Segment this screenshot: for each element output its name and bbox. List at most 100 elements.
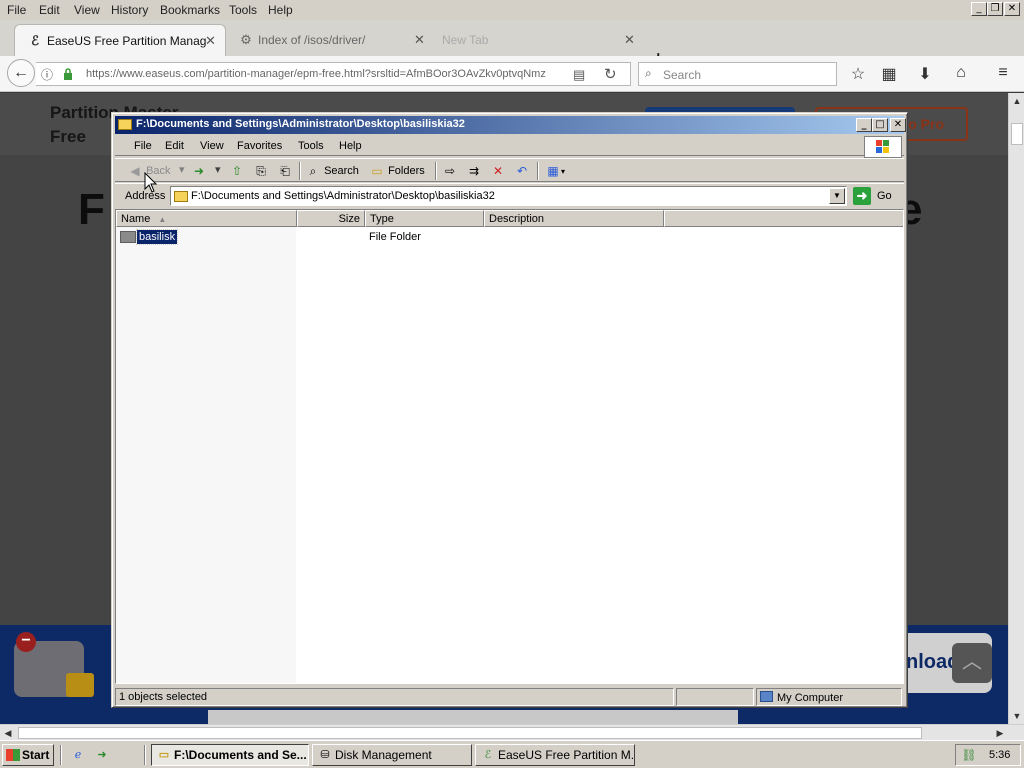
search-bar[interactable]: ⌕ Search bbox=[638, 62, 837, 86]
status-location: My Computer bbox=[756, 688, 902, 706]
window-restore-button[interactable]: ❐ bbox=[987, 2, 1003, 16]
menu-view[interactable]: View bbox=[74, 3, 100, 17]
folders-icon: ▭ bbox=[371, 164, 383, 178]
back-dropdown-icon[interactable]: ▾ bbox=[179, 163, 185, 176]
search-button[interactable]: ⌕ Search bbox=[305, 163, 359, 179]
back-arrow-icon: ◀ bbox=[130, 164, 140, 178]
move-to-button[interactable]: ⎘ bbox=[253, 163, 269, 179]
menu-file[interactable]: File bbox=[7, 3, 26, 17]
copy-to-button[interactable]: ⎗ bbox=[277, 163, 293, 179]
ex-menu-edit[interactable]: Edit bbox=[165, 140, 184, 152]
search-icon: ⌕ bbox=[645, 66, 652, 80]
menu-bookmarks[interactable]: Bookmarks bbox=[160, 3, 220, 17]
folder-icon bbox=[174, 191, 188, 202]
explorer-minimize-button[interactable]: _ bbox=[856, 118, 872, 132]
task-disk-management[interactable]: ⛁ Disk Management bbox=[312, 744, 472, 766]
explorer-titlebar[interactable]: F:\Documents and Settings\Administrator\… bbox=[115, 116, 906, 134]
undo-button[interactable]: ↶ bbox=[514, 163, 530, 179]
go-label: Go bbox=[877, 190, 892, 202]
ex-menu-file[interactable]: File bbox=[134, 140, 152, 152]
copy-to-icon: ⎗ bbox=[280, 164, 290, 178]
folders-button[interactable]: ▭ Folders bbox=[369, 163, 424, 179]
scroll-up-arrow-icon[interactable]: ▲ bbox=[1009, 93, 1024, 109]
task-explorer[interactable]: ▭ F:\Documents and Se... bbox=[151, 744, 309, 766]
scroll-right-arrow-icon[interactable]: ▶ bbox=[992, 725, 1008, 741]
reload-icon[interactable]: ↻ bbox=[604, 65, 617, 83]
task-easeus-firefox[interactable]: ℰ EaseUS Free Partition M... bbox=[475, 744, 635, 766]
sort-ascending-icon: ▲ bbox=[158, 215, 167, 224]
start-button[interactable]: Start bbox=[2, 744, 54, 766]
address-dropdown-icon[interactable]: ▼ bbox=[829, 188, 845, 204]
scroll-to-top-icon[interactable]: ︿ bbox=[952, 643, 992, 683]
upgrade-pro-label: o Pro bbox=[908, 116, 944, 132]
home-icon[interactable]: ⌂ bbox=[951, 64, 971, 82]
menu-help[interactable]: Help bbox=[268, 3, 293, 17]
navigation-toolbar: ⓘ https://www.easeus.com/partition-manag… bbox=[0, 56, 1024, 92]
address-input[interactable]: F:\Documents and Settings\Administrator\… bbox=[170, 186, 847, 206]
toolbar-separator bbox=[435, 162, 437, 180]
sorted-column-shade bbox=[116, 227, 296, 683]
ex-menu-help[interactable]: Help bbox=[339, 140, 362, 152]
copy-folder-button[interactable]: ⇉ bbox=[466, 163, 482, 179]
forward-arrow-icon: ➜ bbox=[193, 164, 205, 178]
close-tab-icon[interactable]: ✕ bbox=[624, 32, 635, 48]
close-tab-icon[interactable]: ✕ bbox=[414, 32, 425, 48]
explorer-maximize-button[interactable]: □ bbox=[872, 118, 888, 132]
delete-button[interactable]: ✕ bbox=[490, 163, 506, 179]
downloads-icon[interactable]: ⬇ bbox=[915, 64, 935, 84]
views-button[interactable]: ▦ ▾ bbox=[545, 163, 565, 179]
forward-dropdown-icon[interactable]: ▾ bbox=[215, 163, 221, 176]
url-bar[interactable]: ⓘ https://www.easeus.com/partition-manag… bbox=[36, 62, 631, 86]
forward-button[interactable]: ➜ bbox=[191, 163, 207, 179]
address-value[interactable]: F:\Documents and Settings\Administrator\… bbox=[191, 190, 495, 202]
move-folder-button[interactable]: ⇨ bbox=[442, 163, 458, 179]
ex-menu-favorites[interactable]: Favorites bbox=[237, 140, 282, 152]
item-name[interactable]: basilisk bbox=[135, 229, 179, 245]
bookmarks-library-icon[interactable]: ▦ bbox=[879, 64, 899, 84]
scroll-thumb[interactable] bbox=[1011, 123, 1023, 145]
search-label: Search bbox=[324, 164, 359, 177]
undo-icon: ↶ bbox=[516, 164, 528, 178]
close-tab-icon[interactable]: ✕ bbox=[205, 33, 216, 49]
page-horizontal-scrollbar[interactable]: ◀ ▶ bbox=[0, 724, 1024, 740]
bookmark-star-icon[interactable]: ☆ bbox=[848, 64, 868, 84]
url-text[interactable]: https://www.easeus.com/partition-manager… bbox=[86, 68, 556, 80]
tab-new[interactable]: New Tab ✕ bbox=[436, 24, 642, 56]
scroll-thumb[interactable] bbox=[18, 727, 922, 739]
column-label: Name bbox=[121, 213, 151, 225]
start-label: Start bbox=[22, 748, 50, 762]
menu-hamburger-icon[interactable]: ≡ bbox=[993, 64, 1013, 82]
column-header-size[interactable]: Size bbox=[297, 210, 365, 227]
tab-index-isos[interactable]: ⚙ Index of /isos/driver/ ✕ bbox=[226, 24, 436, 56]
menu-history[interactable]: History bbox=[111, 3, 148, 17]
delete-x-icon: ✕ bbox=[492, 164, 504, 178]
internet-explorer-icon[interactable]: ℯ bbox=[70, 747, 86, 763]
scroll-down-arrow-icon[interactable]: ▼ bbox=[1009, 708, 1024, 724]
window-close-button[interactable]: ✕ bbox=[1004, 2, 1020, 16]
task-label: Disk Management bbox=[335, 748, 432, 762]
column-header-description[interactable]: Description bbox=[484, 210, 664, 227]
ex-menu-tools[interactable]: Tools bbox=[298, 140, 324, 152]
ex-menu-view[interactable]: View bbox=[200, 140, 224, 152]
back-button[interactable]: ← bbox=[7, 59, 35, 87]
column-header-type[interactable]: Type bbox=[365, 210, 484, 227]
explorer-menubar: File Edit View Favorites Tools Help bbox=[115, 136, 904, 158]
up-folder-button[interactable]: ⇧ bbox=[229, 163, 245, 179]
network-tray-icon[interactable]: ⛓ bbox=[961, 747, 977, 763]
explorer-close-button[interactable]: ✕ bbox=[890, 118, 906, 132]
taskbar-separator bbox=[60, 745, 62, 765]
reader-view-icon[interactable]: ▤ bbox=[573, 67, 585, 83]
address-bar: Address F:\Documents and Settings\Admini… bbox=[115, 183, 904, 207]
tab-label: New Tab bbox=[442, 33, 489, 47]
list-item[interactable]: basilisk File Folder bbox=[116, 229, 903, 246]
menu-edit[interactable]: Edit bbox=[39, 3, 60, 17]
menu-tools[interactable]: Tools bbox=[229, 3, 257, 17]
info-icon[interactable]: ⓘ bbox=[41, 66, 53, 83]
file-list[interactable]: Name ▲ Size Type Description basilisk Fil… bbox=[115, 209, 904, 684]
column-header-name[interactable]: Name ▲ bbox=[116, 210, 297, 227]
page-vertical-scrollbar[interactable]: ▲ ▼ bbox=[1008, 93, 1024, 724]
show-desktop-icon[interactable]: ➜ bbox=[94, 747, 110, 763]
scroll-left-arrow-icon[interactable]: ◀ bbox=[0, 725, 16, 741]
window-minimize-button[interactable]: _ bbox=[971, 2, 987, 16]
tab-easeus[interactable]: ℰ EaseUS Free Partition Manager ✕ bbox=[14, 24, 226, 56]
